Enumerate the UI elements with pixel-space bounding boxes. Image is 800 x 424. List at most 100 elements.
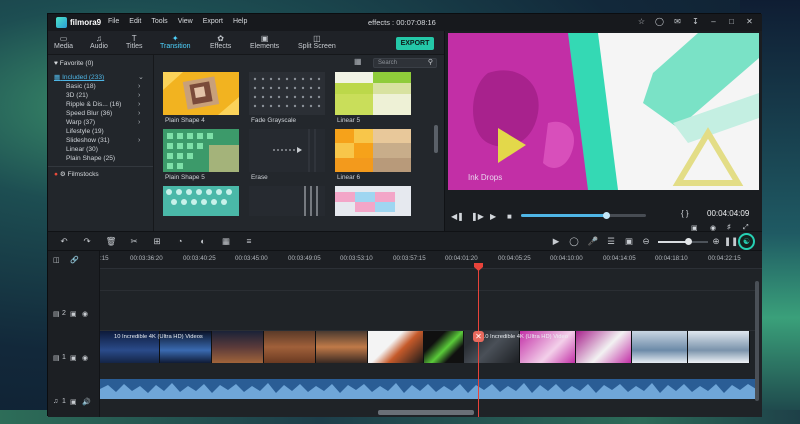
link-icon[interactable]: 🔗	[70, 256, 79, 264]
tab-elements[interactable]: ▣ Elements	[250, 35, 279, 51]
menu-tools[interactable]: Tools	[151, 18, 167, 25]
skip-back-icon[interactable]: ◀❚	[451, 212, 464, 221]
category-linear[interactable]: Linear (30)	[66, 146, 98, 153]
green-screen-icon[interactable]: ▦	[220, 236, 232, 247]
category-speed-blur[interactable]: Speed Blur (36)	[66, 110, 112, 117]
tab-media[interactable]: ▭ Media	[54, 35, 73, 51]
menu-file[interactable]: File	[108, 18, 119, 25]
voiceover-icon[interactable]: ☰	[605, 236, 617, 247]
filmstocks-item[interactable]: ● ⚙ Filmstocks	[54, 170, 99, 178]
search-input[interactable]: Search ⚲	[373, 58, 437, 68]
category-slideshow[interactable]: Slideshow (31)	[66, 137, 110, 144]
account-badge-icon[interactable]: ☯	[738, 233, 755, 250]
eye-icon[interactable]: ◉	[82, 310, 88, 318]
tab-audio[interactable]: ♫ Audio	[90, 35, 108, 51]
category-3d[interactable]: 3D (21)	[66, 92, 88, 99]
render-icon[interactable]: ▶	[550, 236, 562, 247]
category-warp[interactable]: Warp (37)	[66, 119, 95, 126]
timeline-horizontal-scrollbar[interactable]	[378, 410, 474, 415]
tab-titles-label: Titles	[126, 43, 143, 50]
download-icon[interactable]: ↧	[691, 17, 700, 27]
pause-bars-icon[interactable]: ❚❚	[724, 236, 738, 247]
speed-icon[interactable]: ◔	[174, 236, 186, 247]
audio-track-1[interactable]	[100, 379, 756, 399]
clip-thumbnail[interactable]	[264, 331, 316, 363]
category-basic[interactable]: Basic (18)	[66, 83, 96, 90]
category-plain-shape[interactable]: Plain Shape (25)	[66, 155, 115, 162]
play-icon[interactable]: ▶	[490, 212, 496, 221]
grid-view-icon[interactable]: ▦	[354, 57, 364, 67]
favorite-item[interactable]: ♥ Favorite (0)	[54, 60, 93, 67]
eye-icon[interactable]: ◉	[82, 354, 88, 362]
color-icon[interactable]: ◐	[197, 236, 209, 247]
zoom-out-icon[interactable]: ⊖	[640, 236, 652, 247]
maximize-icon[interactable]: □	[727, 17, 736, 27]
thumbnail-fade-grayscale[interactable]	[249, 72, 325, 115]
cart-icon[interactable]: ◯	[655, 17, 664, 27]
stop-icon[interactable]: ■	[507, 212, 512, 221]
thumbnail-row3-1[interactable]	[163, 186, 239, 216]
split-marker-icon[interactable]: ✕	[473, 331, 484, 342]
category-lifestyle[interactable]: Lifestyle (19)	[66, 128, 104, 135]
playback-progress[interactable]	[521, 212, 646, 219]
clip-thumbnail[interactable]	[316, 331, 368, 363]
clip-thumbnail[interactable]	[368, 331, 424, 363]
lock-icon[interactable]: ▣	[70, 398, 77, 406]
clip-thumbnail[interactable]	[212, 331, 264, 363]
zoom-slider[interactable]	[658, 238, 708, 245]
delete-icon[interactable]: 🗑	[105, 236, 117, 247]
thumbnail-plain-shape-4[interactable]	[163, 72, 239, 115]
menu-view[interactable]: View	[178, 18, 193, 25]
close-icon[interactable]: ✕	[745, 17, 754, 27]
clip-thumbnail[interactable]	[424, 331, 464, 363]
zoom-slider-knob[interactable]	[685, 238, 692, 245]
microphone-icon[interactable]: 🎤	[587, 236, 599, 247]
volume-icon[interactable]: ♯	[727, 224, 731, 231]
thumbnail-row3-2[interactable]	[249, 186, 325, 216]
crop-icon[interactable]: ⊞	[151, 236, 163, 247]
user-icon[interactable]: ☆	[637, 17, 646, 27]
ruler-label: 00:04:14:05	[603, 255, 636, 262]
lock-icon[interactable]: ▣	[70, 354, 77, 362]
thumbnail-erase[interactable]	[249, 129, 325, 172]
frame-back-icon[interactable]: ❚▶	[471, 212, 484, 221]
clip-thumbnail[interactable]	[576, 331, 632, 363]
playback-scrubber[interactable]	[603, 212, 610, 219]
video-track-2[interactable]	[100, 291, 756, 331]
tab-titles[interactable]: T Titles	[126, 35, 143, 51]
mark-in-out-icon[interactable]: { }	[681, 209, 689, 218]
time-ruler[interactable]: :15 00:03:36:20 00:03:40:25 00:03:45:00 …	[100, 251, 762, 269]
menu-edit[interactable]: Edit	[129, 18, 141, 25]
tab-transition[interactable]: ✦ Transition	[160, 35, 190, 51]
audio-mixer-icon[interactable]: ≡	[243, 236, 255, 247]
tab-split-screen[interactable]: ◫ Split Screen	[298, 35, 336, 51]
chevron-down-icon[interactable]: ⌄	[138, 73, 144, 81]
lock-icon[interactable]: ▣	[70, 310, 77, 318]
thumbnail-linear-6[interactable]	[335, 129, 411, 172]
mail-icon[interactable]: ✉	[673, 17, 682, 27]
undo-icon[interactable]: ↶	[58, 236, 70, 247]
add-track-icon[interactable]: ◫	[53, 256, 60, 264]
menu-export[interactable]: Export	[203, 18, 223, 25]
grid-scrollbar[interactable]	[434, 125, 438, 153]
clip-thumbnail[interactable]	[688, 331, 750, 363]
ruler-label: 00:03:53:10	[340, 255, 373, 262]
included-item[interactable]: ▦ Included (233)	[54, 73, 104, 81]
timeline-vertical-scrollbar[interactable]	[755, 281, 759, 401]
category-ripple[interactable]: Ripple & Dis... (16)	[66, 101, 121, 108]
thumbnail-plain-shape-5[interactable]	[163, 129, 239, 172]
thumbnail-linear-5[interactable]	[335, 72, 411, 115]
cut-icon[interactable]: ✂	[128, 236, 140, 247]
clip-thumbnail[interactable]	[632, 331, 688, 363]
speaker-icon[interactable]: 🔊	[82, 398, 91, 406]
tab-effects[interactable]: ✿ Effects	[210, 34, 231, 51]
snapshot-toolbar-icon[interactable]: ▣	[623, 236, 635, 247]
zoom-in-icon[interactable]: ⊕	[710, 236, 722, 247]
effects-icon: ✿	[217, 34, 224, 43]
marker-icon[interactable]: ◯	[568, 236, 580, 247]
minimize-icon[interactable]: –	[709, 17, 718, 27]
redo-icon[interactable]: ↷	[81, 236, 93, 247]
thumbnail-row3-3[interactable]	[335, 186, 411, 216]
export-button[interactable]: EXPORT	[396, 37, 434, 50]
menu-help[interactable]: Help	[233, 18, 247, 25]
